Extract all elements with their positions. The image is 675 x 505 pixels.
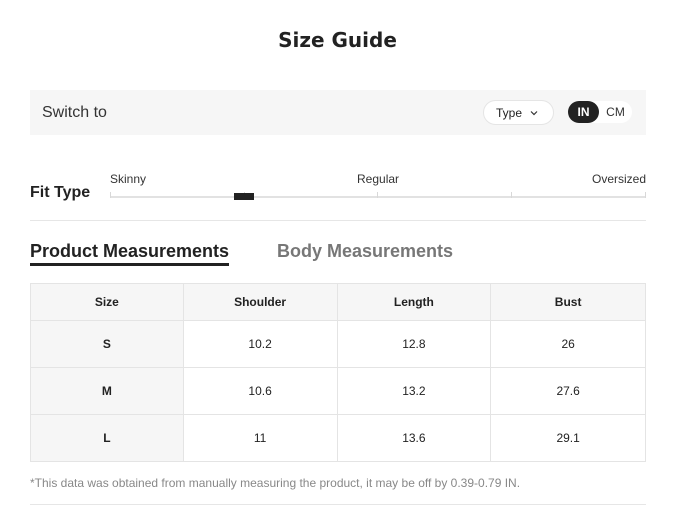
tab-product-measurements[interactable]: Product Measurements <box>30 241 229 262</box>
shoulder-cell: 10.6 <box>182 367 338 415</box>
size-cell: L <box>30 414 184 462</box>
section-divider <box>30 220 646 221</box>
fit-scale-track <box>110 196 646 198</box>
unit-in-button[interactable]: IN <box>568 101 599 123</box>
length-cell: 13.6 <box>336 414 492 462</box>
table-row: M 10.6 13.2 27.6 <box>30 367 646 415</box>
column-header-shoulder: Shoulder <box>182 283 338 321</box>
shoulder-cell: 10.2 <box>182 320 338 368</box>
column-header-bust: Bust <box>490 283 646 321</box>
size-cell: S <box>30 320 184 368</box>
length-cell: 12.8 <box>336 320 492 368</box>
table-row: S 10.2 12.8 26 <box>30 320 646 368</box>
length-cell: 13.2 <box>336 367 492 415</box>
bust-cell: 26 <box>490 320 646 368</box>
unit-cm-button[interactable]: CM <box>599 101 632 123</box>
fit-tick-skinny: Skinny <box>110 172 147 186</box>
switch-label: Switch to <box>42 103 107 121</box>
page-title: Size Guide <box>278 28 397 52</box>
table-row: L 11 13.6 29.1 <box>30 414 646 462</box>
unit-toggle: IN CM <box>568 101 632 123</box>
chevron-down-icon <box>530 110 538 115</box>
unit-switch-bar: Switch to Type IN CM <box>30 90 646 135</box>
fit-scale-notch <box>377 192 378 198</box>
column-header-length: Length <box>336 283 492 321</box>
measurement-disclaimer: *This data was obtained from manually me… <box>30 476 521 490</box>
fit-scale-notch <box>645 192 646 198</box>
shoulder-cell: 11 <box>182 414 338 462</box>
fit-tick-oversized: Oversized <box>592 172 647 186</box>
column-header-size: Size <box>30 283 184 321</box>
bust-cell: 29.1 <box>490 414 646 462</box>
size-cell: M <box>30 367 184 415</box>
fit-scale-notch <box>511 192 512 198</box>
active-tab-underline <box>30 263 229 266</box>
bust-cell: 27.6 <box>490 367 646 415</box>
measurements-table: Size Shoulder Length Bust S 10.2 12.8 26… <box>30 283 646 462</box>
fit-type-label: Fit Type <box>30 184 91 201</box>
tab-body-measurements[interactable]: Body Measurements <box>277 241 453 262</box>
fit-scale-notch <box>110 192 111 198</box>
type-dropdown-label: Type <box>496 105 523 120</box>
table-header-row: Size Shoulder Length Bust <box>30 283 646 321</box>
fit-scale-marker <box>234 193 254 200</box>
type-dropdown[interactable]: Type <box>483 100 554 125</box>
fit-tick-regular: Regular <box>357 172 400 186</box>
